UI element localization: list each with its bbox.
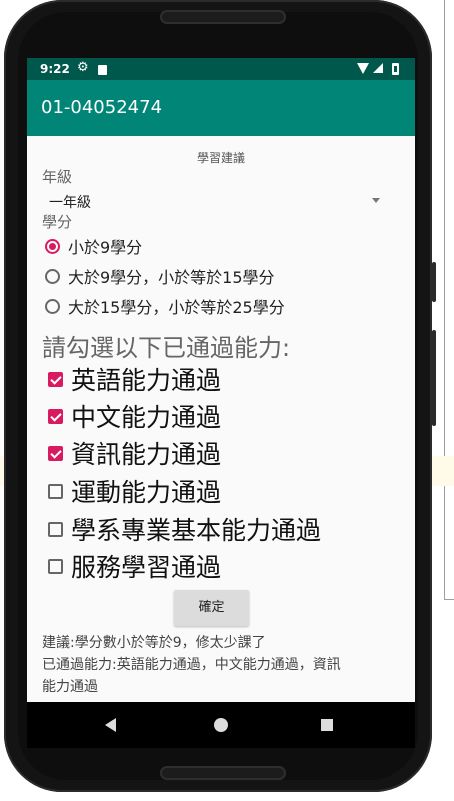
- confirm-button[interactable]: 確定: [174, 590, 249, 626]
- radio-button-checked[interactable]: [45, 238, 60, 254]
- back-icon[interactable]: [105, 718, 116, 732]
- checkbox[interactable]: [48, 483, 63, 499]
- checkbox-checked[interactable]: [48, 408, 63, 424]
- checkbox-checked[interactable]: [48, 371, 63, 387]
- dropdown-arrow-icon: [372, 198, 380, 203]
- ability-checkbox-it[interactable]: 資訊能力通過: [48, 436, 221, 470]
- ability-checkbox-sports[interactable]: 運動能力通過: [48, 474, 221, 508]
- page-heading: 學習建議: [196, 151, 245, 165]
- app-bar: 01-04052474: [27, 80, 415, 136]
- ability-label: 服務學習通過: [71, 553, 222, 582]
- ability-label: 運動能力通過: [71, 478, 222, 507]
- navigation-bar: [27, 702, 415, 748]
- main-content: 學習建議 年級 一年級 學分 小於9學分 大於9學分，小於等於15學分 大於15…: [27, 136, 415, 702]
- grade-spinner[interactable]: 一年級: [42, 186, 392, 214]
- radio-button[interactable]: [45, 268, 60, 284]
- ability-checkbox-english[interactable]: 英語能力通過: [48, 362, 221, 396]
- ability-checkbox-service[interactable]: 服務學習通過: [48, 549, 221, 583]
- recents-icon[interactable]: [321, 719, 333, 731]
- sd-card-icon: [98, 65, 107, 75]
- credit-option-2[interactable]: 大於9學分，小於等於15學分: [45, 264, 275, 288]
- power-button: [432, 330, 436, 426]
- credit-option-1[interactable]: 小於9學分: [45, 234, 142, 258]
- checkbox[interactable]: [48, 558, 63, 574]
- grade-label: 年級: [42, 168, 73, 186]
- ability-checkbox-chinese[interactable]: 中文能力通過: [48, 399, 221, 433]
- credit-option-label: 大於9學分，小於等於15學分: [68, 268, 275, 287]
- battery-icon: [392, 63, 399, 75]
- passed-abilities-text-continued: 能力通過: [42, 679, 98, 695]
- background-divider-bottom: [444, 599, 454, 600]
- advice-text: 建議:學分數小於等於9，修太少課了: [42, 635, 266, 651]
- home-icon[interactable]: [214, 718, 228, 732]
- credit-option-3[interactable]: 大於15學分，小於等於25學分: [45, 294, 285, 318]
- device-screen: 9:22 ⚙ 01-04052474 學習建議 年級 一年級 學分 小於9學分 …: [27, 58, 415, 748]
- status-bar: 9:22 ⚙: [27, 58, 415, 80]
- volume-button: [432, 262, 436, 302]
- ability-label: 資訊能力通過: [71, 440, 222, 469]
- app-title: 01-04052474: [41, 97, 163, 118]
- radio-button[interactable]: [45, 298, 60, 314]
- credits-label: 學分: [42, 213, 73, 231]
- credit-option-label: 小於9學分: [68, 238, 143, 257]
- passed-abilities-text: 已通過能力:英語能力通過，中文能力通過，資訊: [42, 657, 341, 673]
- ability-label: 學系專業基本能力通過: [71, 516, 322, 545]
- ability-checkbox-major[interactable]: 學系專業基本能力通過: [48, 512, 321, 546]
- ability-label: 中文能力通過: [71, 403, 222, 432]
- abilities-title: 請勾選以下已通過能力:: [42, 334, 291, 362]
- status-time: 9:22: [40, 62, 70, 76]
- ability-label: 英語能力通過: [71, 366, 222, 395]
- gear-icon: ⚙: [77, 60, 89, 75]
- background-divider: [444, 0, 445, 600]
- top-speaker: [160, 10, 286, 24]
- signal-icon: [373, 63, 383, 73]
- checkbox-checked[interactable]: [48, 445, 63, 461]
- grade-spinner-value: 一年級: [49, 195, 91, 211]
- wifi-icon: [357, 63, 369, 74]
- credit-option-label: 大於15學分，小於等於25學分: [68, 298, 285, 317]
- checkbox[interactable]: [48, 521, 63, 537]
- bottom-speaker: [160, 766, 286, 780]
